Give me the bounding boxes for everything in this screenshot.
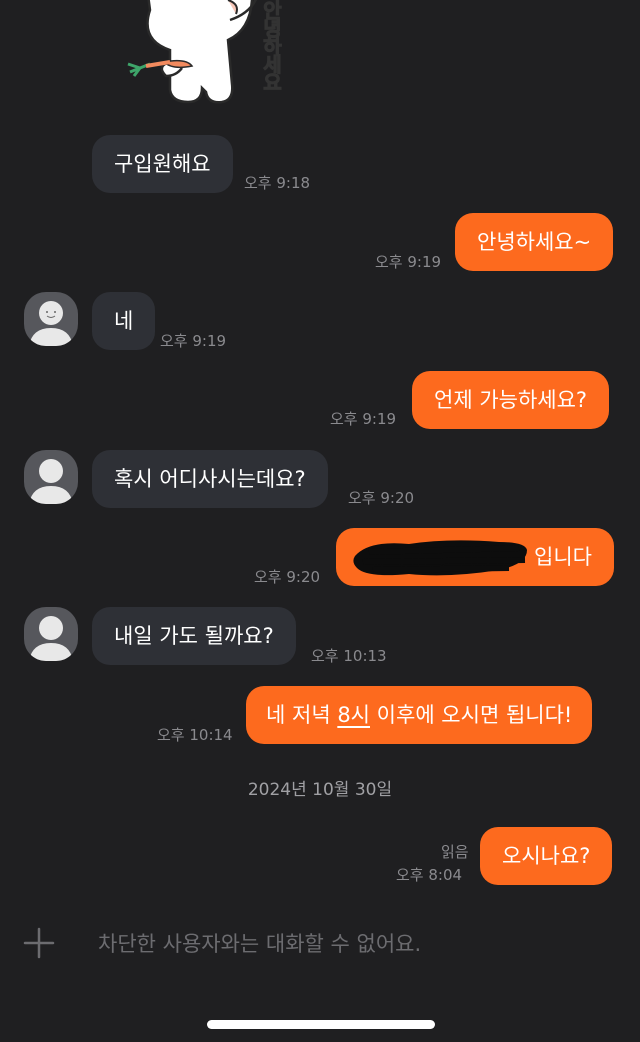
read-receipt: 읽음 xyxy=(441,843,469,861)
message-timestamp: 오후 8:04 xyxy=(396,866,463,884)
message-timestamp: 오후 9:19 xyxy=(330,410,397,428)
date-separator: 2024년 10월 30일 xyxy=(247,780,393,800)
time-link[interactable]: 8시 xyxy=(337,703,370,727)
message-timestamp: 오후 10:14 xyxy=(157,726,233,744)
message-bubble-incoming[interactable]: 구입원해요 xyxy=(92,135,233,193)
message-bubble-outgoing[interactable]: 네 저녁 8시 이후에 오시면 됩니다! xyxy=(246,686,593,744)
sticker-caption: 안녕하세요 xyxy=(259,0,284,91)
avatar[interactable] xyxy=(24,292,78,346)
message-timestamp: 오후 9:20 xyxy=(254,568,321,586)
message-bubble-outgoing[interactable]: 언제 가능하세요? xyxy=(412,371,610,429)
message-bubble-incoming[interactable]: 네 xyxy=(92,292,156,350)
message-timestamp: 오후 9:19 xyxy=(375,253,442,271)
message-text: 네 저녁 xyxy=(266,703,338,727)
plus-icon[interactable] xyxy=(22,926,56,960)
avatar[interactable] xyxy=(24,607,78,661)
message-bubble-outgoing[interactable]: 안녕하세요~ xyxy=(455,213,614,271)
message-timestamp: 오후 9:18 xyxy=(244,174,311,192)
default-avatar-icon xyxy=(29,616,73,661)
chat-screen: 안녕하세요 구입원해요 오후 9:18 안녕하세요~ 오후 9:19 네 오후 … xyxy=(0,0,640,1042)
redaction-scribble xyxy=(353,540,527,576)
message-bubble-incoming[interactable]: 내일 가도 될까요? xyxy=(92,607,296,665)
default-avatar-icon xyxy=(29,301,73,346)
blocked-user-notice: 차단한 사용자와는 대화할 수 없어요. xyxy=(98,932,422,956)
message-bubble-outgoing[interactable]: 오시나요? xyxy=(480,827,613,885)
avatar[interactable] xyxy=(24,450,78,504)
message-timestamp: 오후 9:19 xyxy=(160,332,227,350)
message-bubble-incoming[interactable]: 혹시 어디사시는데요? xyxy=(92,450,328,508)
message-text: 이후에 오시면 됩니다! xyxy=(370,703,573,727)
message-timestamp: 오후 9:20 xyxy=(348,489,415,507)
default-avatar-icon xyxy=(29,459,73,504)
home-indicator[interactable] xyxy=(207,1020,435,1029)
message-timestamp: 오후 10:13 xyxy=(311,647,387,665)
